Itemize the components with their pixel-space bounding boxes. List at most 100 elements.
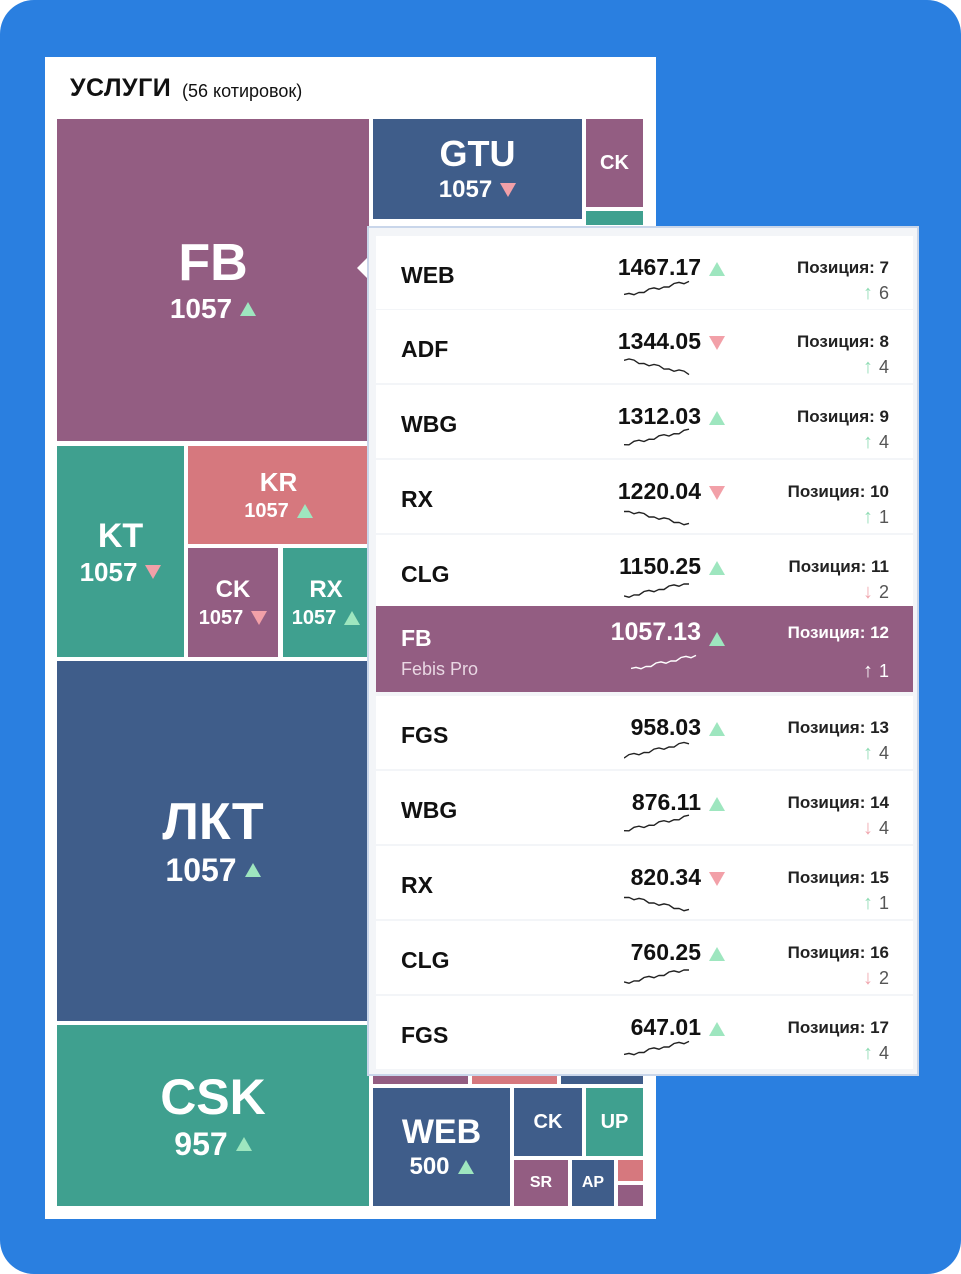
quote-price: 1057.13 (610, 618, 701, 646)
tile-ck[interactable]: CK (586, 119, 643, 207)
quote-position: Позиция: 10 (787, 482, 889, 501)
quote-row[interactable]: WBG 1312.03 Позиция: 9 ↑ 4 (376, 385, 913, 458)
quote-symbol: CLG (401, 947, 450, 973)
quote-symbol: CLG (401, 561, 450, 587)
sparkline-icon (624, 280, 690, 296)
quote-price: 1220.04 (617, 478, 701, 504)
quote-row[interactable]: CLG 1150.25 Позиция: 11 ↓ 2 (376, 535, 913, 608)
quote-symbol: FGS (401, 1022, 449, 1048)
position-change-value: 4 (878, 357, 889, 377)
sparkline-icon (624, 969, 690, 984)
arrow-down-icon: ↓ (862, 581, 873, 603)
tile-ap[interactable]: AP (572, 1160, 614, 1206)
sparkline-icon (624, 510, 690, 526)
tile-sliver[interactable] (586, 211, 643, 225)
tile-sr[interactable]: SR (514, 1160, 568, 1206)
quote-row[interactable]: FB Febis Pro 1057.13 Позиция: 12 ↑ 1 (376, 606, 913, 692)
position-change: ↓ 2 (863, 581, 889, 604)
arrow-up-icon: ↑ (862, 1042, 873, 1064)
position-change: ↑ 4 (863, 431, 889, 454)
quote-row[interactable]: FGS 647.01 Позиция: 17 ↑ 4 (376, 996, 913, 1069)
tile-ck[interactable]: CK 1057 (188, 548, 278, 657)
arrow-up-icon: ↑ (862, 742, 873, 764)
quote-price: 958.03 (630, 714, 701, 740)
arrow-down-icon: ↓ (862, 817, 873, 839)
position-change-value: 6 (878, 283, 889, 303)
quote-row[interactable]: CLG 760.25 Позиция: 16 ↓ 2 (376, 921, 913, 994)
tile-ticker: AP (581, 1174, 605, 1191)
quote-row[interactable]: FGS 958.03 Позиция: 13 ↑ 4 (376, 696, 913, 769)
sparkline-icon (624, 896, 690, 912)
quote-price: 647.01 (630, 1014, 701, 1040)
tile-value: 500 (409, 1153, 450, 1180)
sparkline-icon (624, 583, 690, 598)
tile-ticker: CK (600, 152, 629, 174)
tile-ticker: CK (215, 575, 251, 603)
tile-rx[interactable]: RX 1057 (283, 548, 369, 657)
triangle-down-icon (709, 872, 725, 886)
quote-position: Позиция: 14 (787, 793, 889, 812)
quote-row[interactable]: WEB 1467.17 Позиция: 7 ↑ 6 (376, 236, 913, 309)
sparkline-icon (624, 814, 690, 832)
triangle-up-icon (709, 722, 725, 736)
triangle-up-icon (344, 610, 361, 625)
position-change: ↑ 1 (863, 660, 889, 683)
quote-row[interactable]: WBG 876.11 Позиция: 14 ↓ 4 (376, 771, 913, 844)
tile-kr[interactable]: KR 1057 (188, 446, 369, 544)
tile-ticker: KT (97, 516, 144, 555)
tile-sliver[interactable] (618, 1160, 643, 1181)
position-change: ↑ 4 (863, 356, 889, 379)
tile-sliver[interactable] (561, 1076, 643, 1084)
tile-value: 957 (174, 1125, 228, 1162)
position-change-value: 1 (878, 661, 889, 681)
tile-csk[interactable]: CSK 957 (57, 1025, 369, 1206)
position-change-value: 2 (878, 968, 889, 988)
position-change-value: 1 (878, 893, 889, 913)
quote-position: Позиция: 11 (788, 557, 889, 576)
tile-value: 1057 (438, 176, 493, 203)
tile-ticker: GTU (439, 133, 516, 174)
position-change: ↓ 4 (863, 817, 889, 840)
arrow-up-icon: ↑ (862, 356, 873, 378)
quote-symbol: WBG (401, 411, 458, 437)
tile-sliver[interactable] (373, 1076, 468, 1084)
triangle-up-icon (709, 411, 725, 425)
position-change-value: 4 (878, 818, 889, 838)
triangle-up-icon (709, 561, 725, 575)
tile-sliver[interactable] (618, 1185, 643, 1206)
sparkline-icon (631, 654, 697, 670)
tile-ticker: RX (309, 575, 343, 603)
position-change: ↑ 1 (863, 892, 889, 915)
tile-value: 1057 (169, 293, 233, 324)
tile-up[interactable]: UP (586, 1088, 643, 1156)
quote-price: 1312.03 (617, 403, 701, 429)
quote-row[interactable]: ADF 1344.05 Позиция: 8 ↑ 4 (376, 310, 913, 383)
position-change: ↑ 4 (863, 1042, 889, 1065)
quote-symbol: WEB (401, 262, 455, 288)
tile-sliver[interactable] (472, 1076, 557, 1084)
tile-kt[interactable]: KT 1057 (57, 446, 184, 657)
tile-ticker: UP (600, 1111, 629, 1133)
quote-row[interactable]: RX 820.34 Позиция: 15 ↑ 1 (376, 846, 913, 919)
tile-ck[interactable]: CK (514, 1088, 582, 1156)
quote-position: Позиция: 7 (797, 258, 889, 277)
quote-symbol: WBG (401, 797, 458, 823)
sparkline-icon (624, 741, 690, 759)
quote-symbol: RX (401, 486, 433, 512)
quote-row[interactable]: RX 1220.04 Позиция: 10 ↑ 1 (376, 460, 913, 533)
position-change-value: 1 (878, 507, 889, 527)
tile-fb[interactable]: FB 1057 (57, 119, 369, 441)
arrow-down-icon: ↓ (862, 967, 873, 989)
quote-symbol: FGS (401, 722, 449, 748)
app-frame: УСЛУГИ (56 котировок) FB 1057 GTU 1057 CK KT 1… (0, 0, 961, 1274)
tile-web[interactable]: WEB 500 (373, 1088, 510, 1206)
quote-price: 820.34 (630, 864, 701, 890)
arrow-up-icon: ↑ (862, 892, 873, 914)
tile-ticker: SR (529, 1174, 553, 1191)
position-change-value: 4 (878, 743, 889, 763)
tile-gtu[interactable]: GTU 1057 (373, 119, 582, 219)
quote-position: Позиция: 16 (787, 943, 889, 962)
triangle-up-icon (709, 262, 725, 276)
tile-лкт[interactable]: ЛКТ 1057 (57, 661, 369, 1021)
quote-company-name: Febis Pro (401, 659, 479, 679)
